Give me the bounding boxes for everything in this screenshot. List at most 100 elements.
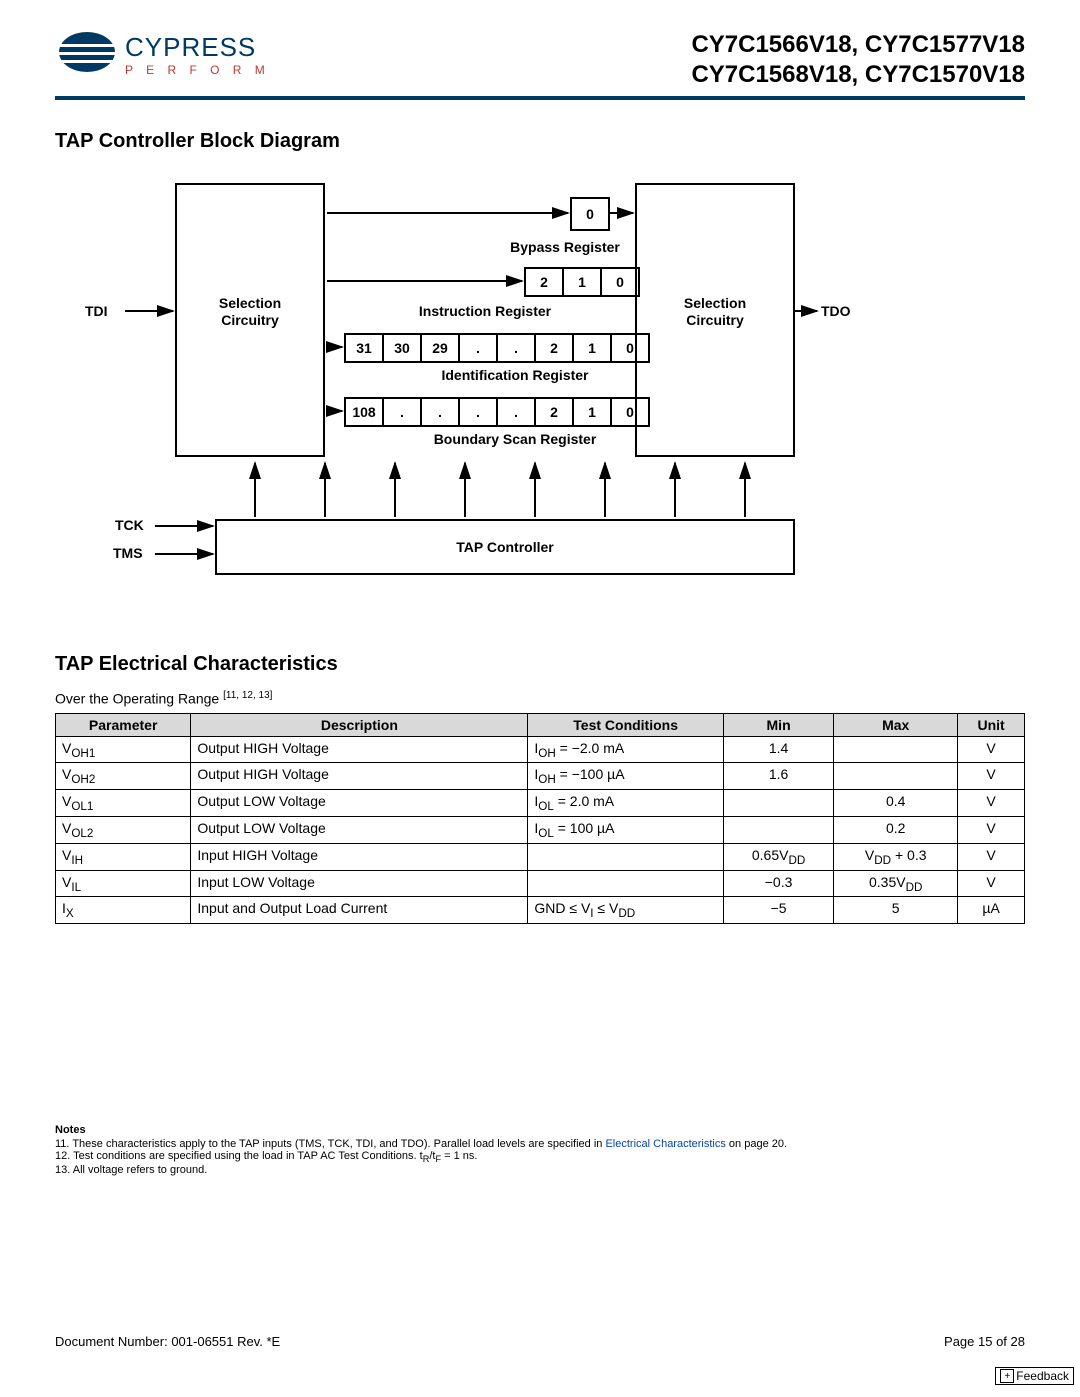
register-bit-cell: 1 [574, 399, 612, 425]
register-bit-cell: 0 [612, 399, 648, 425]
table-cell: V [958, 843, 1025, 870]
table-cell: V [958, 817, 1025, 844]
page-header: CYPRESS P E R F O R M CY7C1566V18, CY7C1… [55, 30, 1025, 90]
boundary-scan-register: 108....210 [344, 397, 650, 427]
register-bit-cell: 2 [526, 269, 564, 295]
tms-label: TMS [113, 545, 143, 561]
tdi-label: TDI [85, 303, 108, 319]
table-cell [723, 790, 833, 817]
table-cell: Input and Output Load Current [191, 897, 528, 924]
table-cell: Output LOW Voltage [191, 817, 528, 844]
doc-number: Document Number: 001-06551 Rev. *E [55, 1334, 280, 1349]
table-row: IXInput and Output Load CurrentGND ≤ VI … [56, 897, 1025, 924]
table-header-cell: Min [723, 713, 833, 736]
logo: CYPRESS P E R F O R M [55, 30, 270, 80]
table-cell: 0.35VDD [834, 870, 958, 897]
table-cell: −5 [723, 897, 833, 924]
register-bit-cell: 30 [384, 335, 422, 361]
table-header-cell: Test Conditions [528, 713, 724, 736]
table-cell: µA [958, 897, 1025, 924]
parts-line-1: CY7C1566V18, CY7C1577V18 [691, 30, 1025, 60]
table-header-row: ParameterDescriptionTest ConditionsMinMa… [56, 713, 1025, 736]
table-cell: V [958, 736, 1025, 763]
tap-controller-box: TAP Controller [215, 519, 795, 575]
register-bit-cell: . [384, 399, 422, 425]
header-rule [55, 96, 1025, 100]
table-cell: VIH [56, 843, 191, 870]
footnote-item: 12. Test conditions are specified using … [55, 1150, 1025, 1164]
footnotes: Notes 11. These characteristics apply to… [55, 1124, 1025, 1176]
table-cell [834, 736, 958, 763]
table-cell: IOH = −2.0 mA [528, 736, 724, 763]
register-bit-cell: 29 [422, 335, 460, 361]
cypress-globe-icon [55, 30, 119, 80]
operating-range-text: Over the Operating Range [55, 691, 223, 707]
table-cell: 1.6 [723, 763, 833, 790]
bypass-register-bit: 0 [570, 197, 610, 231]
table-cell: Output LOW Voltage [191, 790, 528, 817]
selection-circuitry-right: Selection Circuitry [635, 183, 795, 457]
table-cell: Input HIGH Voltage [191, 843, 528, 870]
table-cell: IOL = 100 µA [528, 817, 724, 844]
page-footer: Document Number: 001-06551 Rev. *E Page … [55, 1334, 1025, 1349]
table-row: VOH2Output HIGH VoltageIOH = −100 µA1.6 V [56, 763, 1025, 790]
tdo-label: TDO [821, 303, 851, 319]
brand-name: CYPRESS [125, 34, 256, 60]
brand-slogan: P E R F O R M [125, 64, 270, 76]
boundary-scan-register-label: Boundary Scan Register [395, 431, 635, 447]
table-cell [528, 870, 724, 897]
table-cell: IOL = 2.0 mA [528, 790, 724, 817]
table-cell [723, 817, 833, 844]
table-cell: GND ≤ VI ≤ VDD [528, 897, 724, 924]
register-bit-cell: . [460, 335, 498, 361]
section-title-block-diagram: TAP Controller Block Diagram [55, 130, 1025, 153]
identification-register: 313029..210 [344, 333, 650, 363]
register-bit-cell: 2 [536, 335, 574, 361]
table-cell: 0.4 [834, 790, 958, 817]
table-cell: 1.4 [723, 736, 833, 763]
table-cell: V [958, 870, 1025, 897]
section-title-electrical: TAP Electrical Characteristics [55, 653, 1025, 676]
table-cell: 0.2 [834, 817, 958, 844]
table-cell: IOH = −100 µA [528, 763, 724, 790]
register-bit-cell: 1 [564, 269, 602, 295]
table-cell: Output HIGH Voltage [191, 763, 528, 790]
register-bit-cell: . [460, 399, 498, 425]
register-bit-cell: 0 [612, 335, 648, 361]
table-cell [528, 843, 724, 870]
table-cell: VOH2 [56, 763, 191, 790]
table-cell: V [958, 763, 1025, 790]
table-cell: VOH1 [56, 736, 191, 763]
plus-icon: + [1000, 1369, 1014, 1383]
table-header-cell: Max [834, 713, 958, 736]
feedback-label: Feedback [1016, 1369, 1069, 1383]
register-bit-cell: 108 [346, 399, 384, 425]
table-cell: Input LOW Voltage [191, 870, 528, 897]
part-numbers: CY7C1566V18, CY7C1577V18 CY7C1568V18, CY… [691, 30, 1025, 90]
table-cell: VIL [56, 870, 191, 897]
identification-register-label: Identification Register [405, 367, 625, 383]
footnote-item: 13. All voltage refers to ground. [55, 1164, 1025, 1176]
table-cell: VDD + 0.3 [834, 843, 958, 870]
register-bit-cell: 2 [536, 399, 574, 425]
bypass-register-label: Bypass Register [475, 239, 655, 255]
table-row: VOL1Output LOW VoltageIOL = 2.0 mA0.4V [56, 790, 1025, 817]
register-bit-cell: 31 [346, 335, 384, 361]
table-row: VOH1Output HIGH VoltageIOH = −2.0 mA1.4V [56, 736, 1025, 763]
register-bit-cell: . [498, 399, 536, 425]
operating-range-refs: [11, 12, 13] [223, 690, 272, 701]
footnotes-title: Notes [55, 1124, 1025, 1136]
parts-line-2: CY7C1568V18, CY7C1570V18 [691, 60, 1025, 90]
instruction-register-label: Instruction Register [385, 303, 585, 319]
table-header-cell: Parameter [56, 713, 191, 736]
page-number: Page 15 of 28 [944, 1334, 1025, 1349]
feedback-button[interactable]: + Feedback [995, 1367, 1074, 1385]
table-header-cell: Unit [958, 713, 1025, 736]
tap-block-diagram: Selection Circuitry Selection Circuitry … [55, 183, 1025, 623]
register-bit-cell: 0 [602, 269, 638, 295]
table-cell: 5 [834, 897, 958, 924]
sel-right-label: Selection Circuitry [637, 295, 793, 329]
electrical-characteristics-table: ParameterDescriptionTest ConditionsMinMa… [55, 713, 1025, 925]
footnote-item: 11. These characteristics apply to the T… [55, 1138, 1025, 1150]
table-row: VOL2Output LOW VoltageIOL = 100 µA0.2V [56, 817, 1025, 844]
